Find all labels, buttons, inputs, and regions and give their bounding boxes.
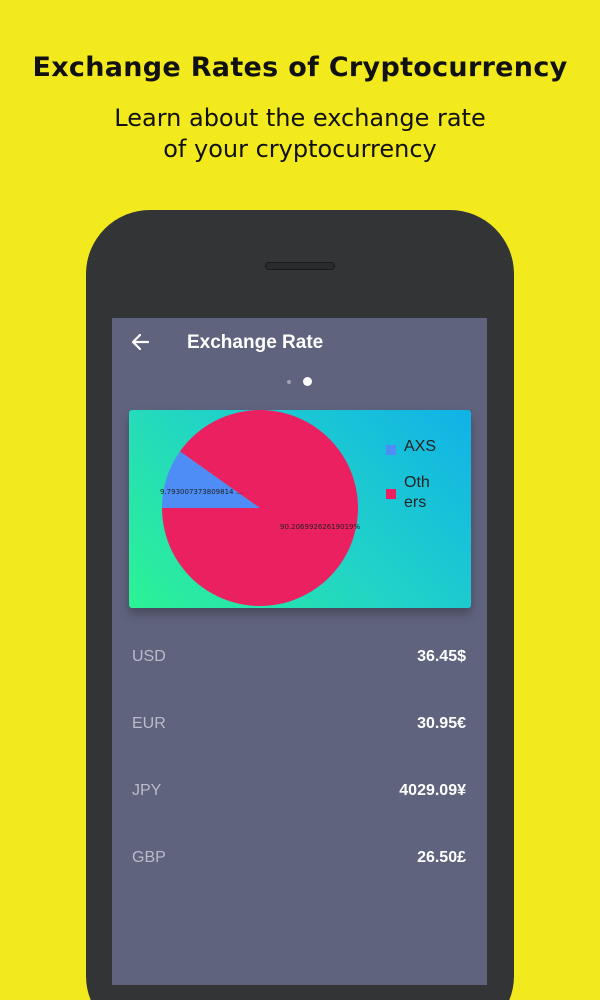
legend-swatch-others bbox=[386, 489, 396, 499]
rate-row-usd[interactable]: USD 36.45$ bbox=[112, 638, 487, 678]
app-bar: Exchange Rate bbox=[112, 318, 487, 368]
promo-subtitle-line-1: Learn about the exchange rate bbox=[114, 104, 486, 132]
phone-speaker bbox=[265, 262, 335, 270]
promo-subtitle: Learn about the exchange rate of your cr… bbox=[0, 103, 600, 165]
phone-frame: Exchange Rate 9.793007373809814 ... 90.20… bbox=[86, 210, 514, 1000]
app-screen: Exchange Rate 9.793007373809814 ... 90.20… bbox=[112, 318, 487, 985]
rate-currency-code: EUR bbox=[132, 715, 166, 732]
arrow-left-icon bbox=[131, 333, 150, 351]
legend-label-others: Oth ers bbox=[404, 474, 430, 511]
pie-chart: 9.793007373809814 ... 90.20699262619019% A… bbox=[160, 410, 436, 606]
rate-currency-code: USD bbox=[132, 648, 166, 665]
rate-value: 30.95€ bbox=[417, 715, 466, 732]
rate-currency-code: JPY bbox=[132, 782, 162, 799]
rate-value: 36.45$ bbox=[417, 648, 466, 665]
promo-subtitle-line-2: of your cryptocurrency bbox=[163, 135, 437, 163]
rate-currency-code: GBP bbox=[132, 849, 166, 866]
pie-value-label-others: 90.20699262619019% bbox=[280, 523, 360, 531]
page-dot-1[interactable] bbox=[287, 380, 291, 384]
rate-value: 4029.09¥ bbox=[399, 782, 466, 799]
page-indicator bbox=[282, 376, 322, 388]
legend-label-axs: AXS bbox=[404, 438, 436, 455]
pie-chart-card: 9.793007373809814 ... 90.20699262619019% A… bbox=[129, 410, 471, 608]
pie-slice-others[interactable] bbox=[162, 410, 358, 606]
legend-swatch-axs bbox=[386, 445, 396, 455]
page-dot-2-active[interactable] bbox=[303, 377, 312, 386]
rate-row-jpy[interactable]: JPY 4029.09¥ bbox=[112, 772, 487, 812]
back-button[interactable] bbox=[126, 330, 154, 354]
rate-row-gbp[interactable]: GBP 26.50£ bbox=[112, 839, 487, 879]
rate-row-eur[interactable]: EUR 30.95€ bbox=[112, 705, 487, 745]
app-bar-title: Exchange Rate bbox=[187, 332, 324, 353]
rate-value: 26.50£ bbox=[417, 849, 466, 866]
pie-value-label-axs: 9.793007373809814 ... bbox=[160, 488, 242, 496]
promo-title: Exchange Rates of Cryptocurrency bbox=[32, 52, 568, 83]
